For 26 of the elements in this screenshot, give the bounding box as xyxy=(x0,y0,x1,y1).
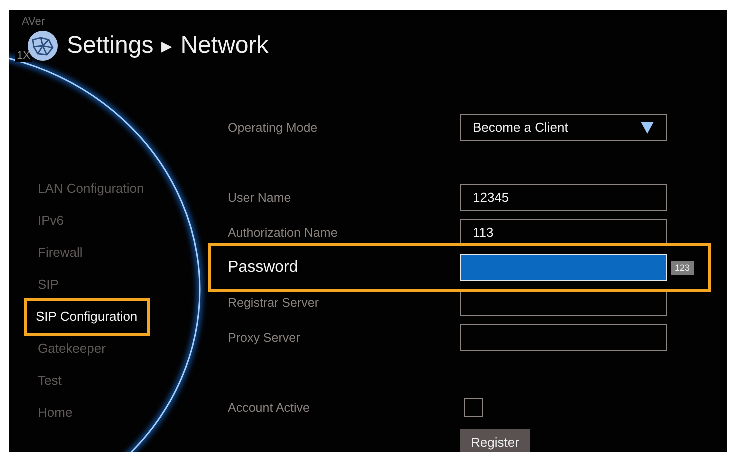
sidebar-item[interactable]: Firewall xyxy=(24,237,97,269)
caret-icon xyxy=(641,122,654,134)
register-button[interactable]: Register xyxy=(460,429,530,452)
sidebar-item[interactable]: Gatekeeper xyxy=(24,333,120,365)
brand-text: AVer xyxy=(22,16,46,28)
field-label: Password xyxy=(228,258,300,276)
checkbox[interactable] xyxy=(464,398,483,417)
sidebar-item[interactable]: SIP xyxy=(24,269,73,301)
sidebar-item[interactable]: IPv6 xyxy=(24,205,78,237)
field-label: Proxy Server xyxy=(228,330,302,344)
sidebar-item[interactable]: LAN Configuration xyxy=(24,173,158,205)
dropdown-field[interactable]: Become a Client xyxy=(460,114,667,141)
field-label: Operating Mode xyxy=(228,120,319,134)
input-mode-badge: 123 xyxy=(671,260,694,274)
breadcrumb-title: Settings xyxy=(67,32,154,60)
input-field[interactable]: 12345 xyxy=(460,184,667,211)
sidebar-item[interactable]: Test xyxy=(24,365,76,397)
input-field[interactable] xyxy=(460,324,667,351)
field-label: Account Active xyxy=(228,400,311,414)
field-label: User Name xyxy=(228,190,292,204)
field-label: Authorization Name xyxy=(228,226,339,240)
breadcrumb-subtitle: Network xyxy=(180,32,269,60)
sidebar-item[interactable]: SIP Configuration xyxy=(24,298,150,336)
sidebar-item[interactable]: Home xyxy=(24,397,87,429)
field-label: Registrar Server xyxy=(228,296,320,310)
breadcrumb-separator: ▶ xyxy=(162,38,173,54)
